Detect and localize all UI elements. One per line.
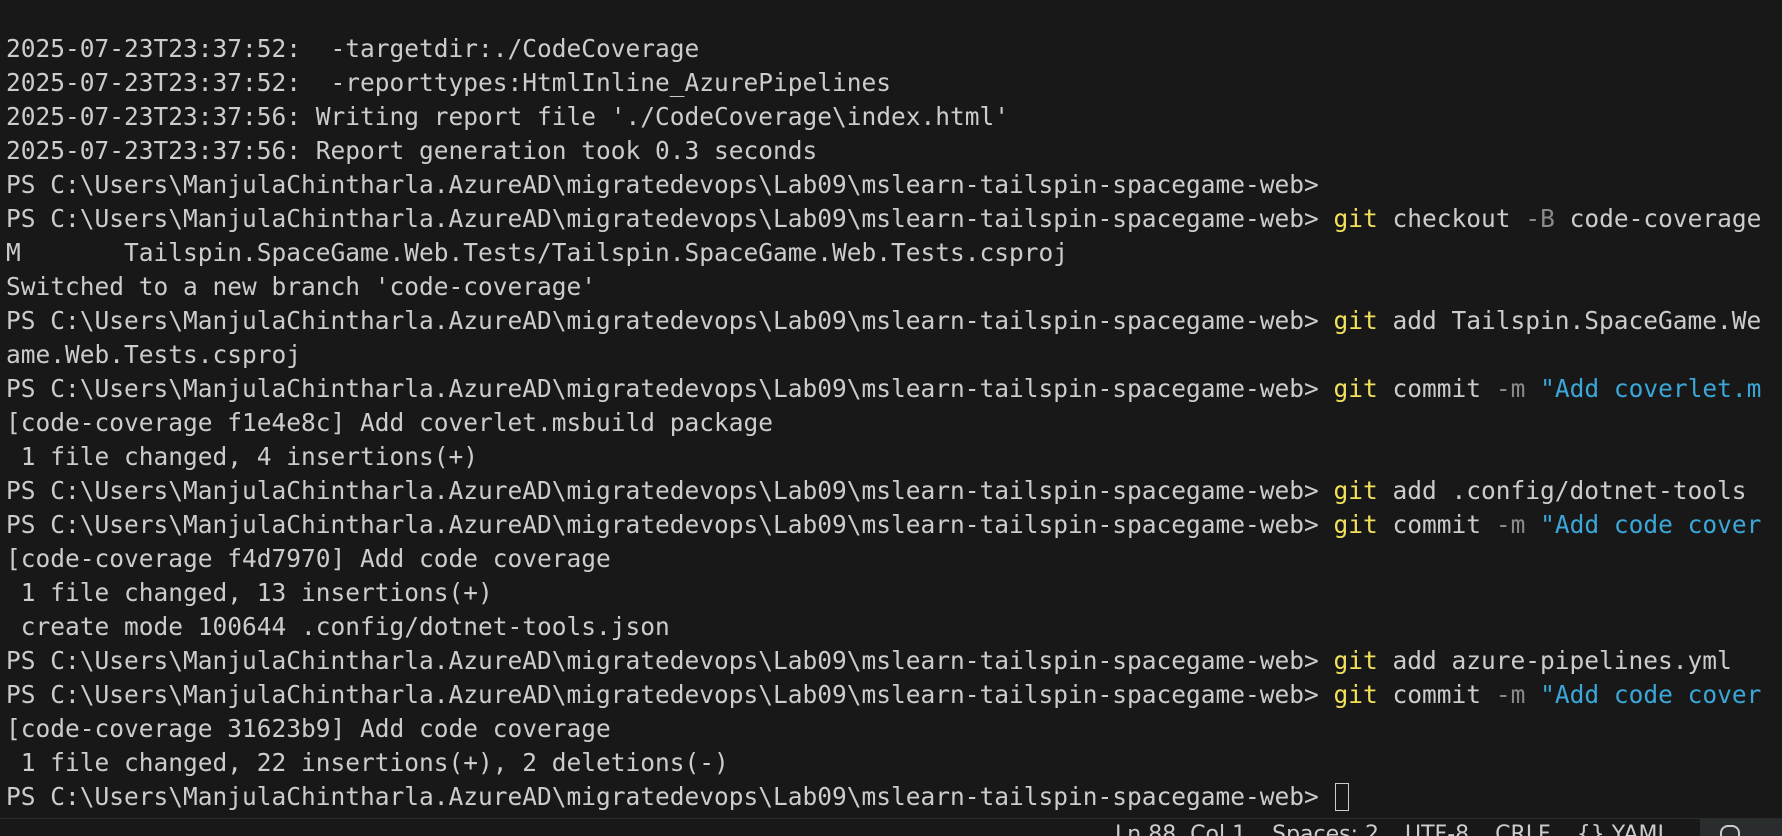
- terminal-line: [code-coverage f4d7970] Add code coverag…: [6, 542, 1782, 576]
- status-item[interactable]: Spaces: 2: [1272, 822, 1379, 836]
- flag-token: -m: [1495, 374, 1526, 403]
- command-token: git: [1333, 476, 1378, 505]
- output-text: 2025-07-23T23:37:56: Writing report file…: [6, 102, 1010, 131]
- output-text: 1 file changed, 4 insertions(+): [6, 442, 479, 471]
- output-text: PS C:\Users\ManjulaChintharla.AzureAD\mi…: [6, 782, 1334, 811]
- output-text: Switched to a new branch 'code-coverage': [6, 272, 597, 301]
- output-text: PS C:\Users\ManjulaChintharla.AzureAD\mi…: [6, 374, 1334, 403]
- output-text: commit: [1377, 510, 1496, 539]
- output-text: commit: [1377, 374, 1496, 403]
- string-token: "Add coverlet.m: [1525, 374, 1762, 403]
- flag-token: -B: [1525, 204, 1555, 233]
- terminal-line: create mode 100644 .config/dotnet-tools.…: [6, 610, 1782, 644]
- terminal-line: PS C:\Users\ManjulaChintharla.AzureAD\mi…: [6, 304, 1782, 338]
- flag-token: -m: [1495, 510, 1526, 539]
- output-text: add azure-pipelines.yml: [1377, 646, 1732, 675]
- terminal-line: PS C:\Users\ManjulaChintharla.AzureAD\mi…: [6, 372, 1782, 406]
- terminal-line: [code-coverage f1e4e8c] Add coverlet.msb…: [6, 406, 1782, 440]
- output-text: PS C:\Users\ManjulaChintharla.AzureAD\mi…: [6, 306, 1334, 335]
- output-text: code-coverage: [1554, 204, 1762, 233]
- output-text: create mode 100644 .config/dotnet-tools.…: [6, 612, 670, 641]
- output-text: 2025-07-23T23:37:56: Report generation t…: [6, 136, 818, 165]
- output-text: add Tailspin.SpaceGame.We: [1377, 306, 1762, 335]
- string-token: "Add code cover: [1525, 510, 1762, 539]
- terminal-output[interactable]: 2025-07-23T23:37:52: -targetdir:./CodeCo…: [6, 32, 1782, 814]
- output-text: 1 file changed, 22 insertions(+), 2 dele…: [6, 748, 729, 777]
- output-text: ame.Web.Tests.csproj: [6, 340, 302, 369]
- terminal-line: PS C:\Users\ManjulaChintharla.AzureAD\mi…: [6, 780, 1782, 814]
- command-token: git: [1333, 204, 1378, 233]
- output-text: 1 file changed, 13 insertions(+): [6, 578, 493, 607]
- terminal-line: ame.Web.Tests.csproj: [6, 338, 1782, 372]
- terminal-line: 2025-07-23T23:37:56: Report generation t…: [6, 134, 1782, 168]
- command-token: git: [1333, 646, 1378, 675]
- bell-icon: [1720, 825, 1740, 836]
- status-item[interactable]: Ln 88, Col 1: [1115, 822, 1246, 836]
- output-text: 2025-07-23T23:37:52: -targetdir:./CodeCo…: [6, 34, 700, 63]
- status-item[interactable]: UTF-8: [1405, 822, 1469, 836]
- terminal-panel[interactable]: 2025-07-23T23:37:52: -targetdir:./CodeCo…: [0, 0, 1782, 836]
- terminal-line: [code-coverage 31623b9] Add code coverag…: [6, 712, 1782, 746]
- terminal-cursor: [1334, 783, 1349, 811]
- terminal-line: 2025-07-23T23:37:52: -reporttypes:HtmlIn…: [6, 66, 1782, 100]
- flag-token: -m: [1495, 680, 1526, 709]
- terminal-line: Switched to a new branch 'code-coverage': [6, 270, 1782, 304]
- output-text: commit: [1377, 680, 1496, 709]
- string-token: "Add code cover: [1525, 680, 1762, 709]
- status-item[interactable]: CRLF: [1495, 822, 1551, 836]
- terminal-line: 1 file changed, 22 insertions(+), 2 dele…: [6, 746, 1782, 780]
- terminal-line: 1 file changed, 13 insertions(+): [6, 576, 1782, 610]
- output-text: add .config/dotnet-tools: [1377, 476, 1747, 505]
- terminal-line: PS C:\Users\ManjulaChintharla.AzureAD\mi…: [6, 168, 1782, 202]
- output-text: [code-coverage f1e4e8c] Add coverlet.msb…: [6, 408, 774, 437]
- terminal-line: M Tailspin.SpaceGame.Web.Tests/Tailspin.…: [6, 236, 1782, 270]
- output-text: PS C:\Users\ManjulaChintharla.AzureAD\mi…: [6, 170, 1319, 199]
- output-text: PS C:\Users\ManjulaChintharla.AzureAD\mi…: [6, 476, 1334, 505]
- output-text: PS C:\Users\ManjulaChintharla.AzureAD\mi…: [6, 680, 1334, 709]
- command-token: git: [1333, 680, 1378, 709]
- terminal-line: PS C:\Users\ManjulaChintharla.AzureAD\mi…: [6, 644, 1782, 678]
- output-text: checkout: [1377, 204, 1526, 233]
- command-token: git: [1333, 306, 1378, 335]
- output-text: 2025-07-23T23:37:52: -reporttypes:HtmlIn…: [6, 68, 892, 97]
- terminal-line: PS C:\Users\ManjulaChintharla.AzureAD\mi…: [6, 202, 1782, 236]
- output-text: [code-coverage f4d7970] Add code coverag…: [6, 544, 611, 573]
- output-text: PS C:\Users\ManjulaChintharla.AzureAD\mi…: [6, 646, 1334, 675]
- command-token: git: [1333, 510, 1378, 539]
- terminal-line: PS C:\Users\ManjulaChintharla.AzureAD\mi…: [6, 678, 1782, 712]
- terminal-line: 1 file changed, 4 insertions(+): [6, 440, 1782, 474]
- terminal-line: 2025-07-23T23:37:56: Writing report file…: [6, 100, 1782, 134]
- output-text: PS C:\Users\ManjulaChintharla.AzureAD\mi…: [6, 204, 1334, 233]
- output-text: PS C:\Users\ManjulaChintharla.AzureAD\mi…: [6, 510, 1334, 539]
- terminal-line: 2025-07-23T23:37:52: -targetdir:./CodeCo…: [6, 32, 1782, 66]
- status-bar: Ln 88, Col 1 Spaces: 2 UTF-8 CRLF {} YAML: [0, 818, 1782, 836]
- status-items: Ln 88, Col 1 Spaces: 2 UTF-8 CRLF {} YAML: [1115, 823, 1696, 836]
- terminal-line: PS C:\Users\ManjulaChintharla.AzureAD\mi…: [6, 508, 1782, 542]
- terminal-line: PS C:\Users\ManjulaChintharla.AzureAD\mi…: [6, 474, 1782, 508]
- output-text: M Tailspin.SpaceGame.Web.Tests/Tailspin.…: [6, 238, 1069, 267]
- status-item[interactable]: {} YAML: [1577, 822, 1670, 836]
- notifications-button[interactable]: [1700, 819, 1782, 836]
- output-text: [code-coverage 31623b9] Add code coverag…: [6, 714, 611, 743]
- command-token: git: [1333, 374, 1378, 403]
